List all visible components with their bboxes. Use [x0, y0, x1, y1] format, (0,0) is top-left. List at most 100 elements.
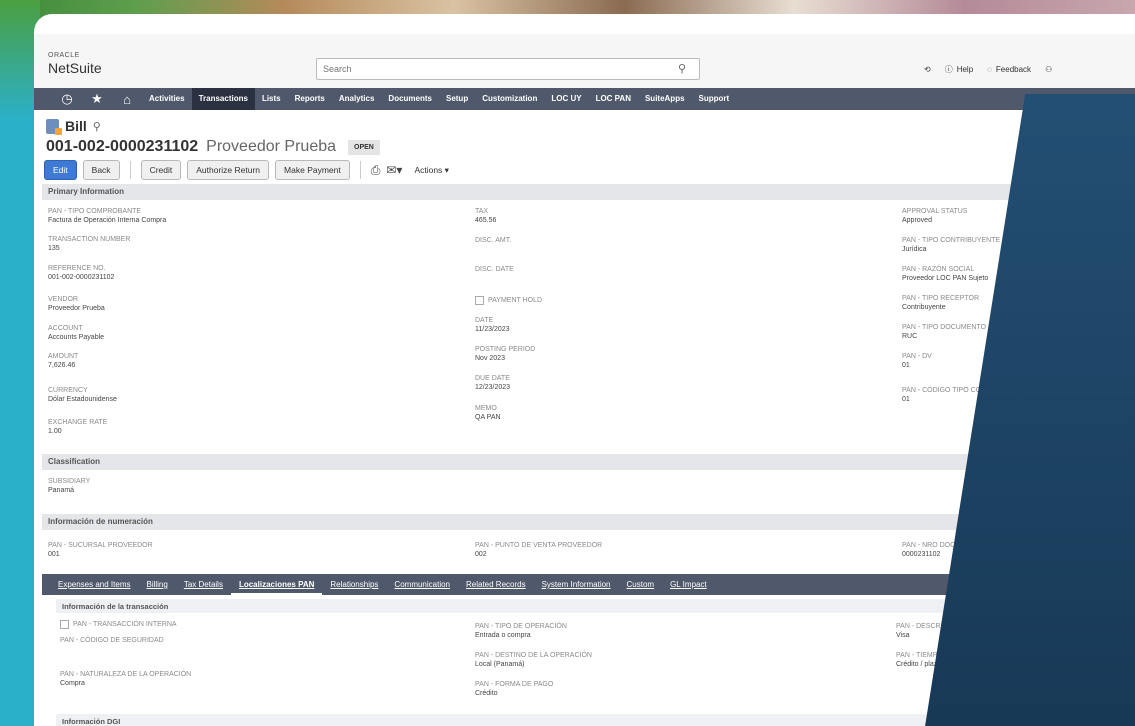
- field-disc-date: DISC. DATE: [475, 266, 514, 273]
- field-descripcion-forma-pago: PAN - DESCRIPCIÓN DE FORMA DE PAGO Visa: [896, 623, 1037, 640]
- tab-related-records[interactable]: Related Records: [458, 574, 534, 595]
- tab-tax-details[interactable]: Tax Details: [176, 574, 231, 595]
- credit-button[interactable]: Credit: [140, 160, 182, 180]
- field-punto-venta: PAN - PUNTO DE VENTA PROVEEDOR 002: [475, 542, 603, 559]
- checkbox-box[interactable]: [60, 620, 69, 629]
- bill-icon: [46, 118, 62, 135]
- print-icon[interactable]: ⎙: [371, 163, 381, 178]
- nav-transactions[interactable]: Transactions: [191, 88, 255, 110]
- logo-netsuite: NetSuite: [48, 60, 102, 76]
- nav-setup[interactable]: Setup: [439, 88, 475, 110]
- field-forma-pago: PAN - FORMA DE PAGO Crédito: [475, 681, 554, 698]
- tab-expenses-and-items[interactable]: Expenses and Items: [50, 574, 138, 595]
- app-window: ORACLE NetSuite ⚲ ⟲ ⓘHelp ◌Feedback ⚇ ◷ …: [34, 14, 1135, 726]
- nav-documents[interactable]: Documents: [381, 88, 439, 110]
- search-icon[interactable]: ⚲: [678, 62, 686, 75]
- toolbar-divider: [129, 161, 131, 179]
- netsuite-logo[interactable]: ORACLE NetSuite: [48, 52, 102, 75]
- field-approval-status: APPROVAL STATUS Approved: [902, 208, 968, 225]
- toolbar-divider: [359, 161, 361, 179]
- field-tax: TAX 465.56: [475, 208, 497, 225]
- field-vendor: VENDOR Proveedor Prueba: [48, 296, 105, 313]
- top-header: ORACLE NetSuite ⚲ ⟲ ⓘHelp ◌Feedback ⚇: [34, 34, 1135, 88]
- tab-custom[interactable]: Custom: [619, 574, 663, 595]
- field-tipo-operacion: PAN - TIPO DE OPERACIÓN Entrada o compra: [475, 623, 567, 640]
- recent-icon[interactable]: ◷: [52, 91, 82, 107]
- field-tipo-receptor: PAN - TIPO RECEPTOR Contribuyente: [902, 295, 980, 312]
- back-button[interactable]: Back: [82, 160, 120, 180]
- payment-hold-label: PAYMENT HOLD: [488, 297, 543, 304]
- edit-button[interactable]: Edit: [44, 160, 77, 180]
- field-currency: CURRENCY Dólar Estadounidense: [48, 387, 117, 404]
- user-role-icon[interactable]: ⚇: [1045, 65, 1052, 74]
- transaccion-interna-label: PAN - TRANSACCIÓN INTERNA: [73, 621, 177, 628]
- record-type-row: Bill ⚲: [46, 118, 101, 135]
- field-tipo-contribuyente: PAN - TIPO CONTRIBUYENTE Jurídica: [902, 237, 1001, 254]
- field-nro-documento: PAN - NRO DOCUMENTO SECUENCIAL 0000231102: [902, 542, 1033, 559]
- field-date: DATE 11/23/2023: [475, 317, 510, 334]
- nav-customization[interactable]: Customization: [475, 88, 544, 110]
- field-exchange-rate: EXCHANGE RATE 1.00: [48, 419, 108, 436]
- status-badge: OPEN: [348, 139, 380, 155]
- nav-loc-pan[interactable]: LOC PAN: [589, 88, 638, 110]
- tab-system-information[interactable]: System Information: [534, 574, 619, 595]
- tab-relationships[interactable]: Relationships: [322, 574, 386, 595]
- primary-info-header[interactable]: Primary Information: [42, 184, 1135, 200]
- feedback-icon: ◌: [987, 65, 992, 74]
- field-naturaleza-operacion: PAN - NATURALEZA DE LA OPERACIÓN Compra: [60, 671, 192, 688]
- field-tipo-comprobante: PAN - TIPO COMPROBANTE Factura de Operaci…: [48, 208, 167, 225]
- dgi-header[interactable]: Información DGI: [56, 714, 1135, 726]
- field-destino-operacion: PAN - DESTINO DE LA OPERACIÓN Local (Pana…: [475, 652, 592, 669]
- numeracion-header[interactable]: Información de numeración: [42, 514, 1135, 530]
- field-codigo-seguridad: PAN - CÓDIGO DE SEGURIDAD: [60, 637, 164, 644]
- transaccion-header[interactable]: Información de la transacción: [56, 599, 1135, 613]
- nav-activities[interactable]: Activities: [142, 88, 192, 110]
- recent-records-icon[interactable]: ⟲: [924, 65, 931, 74]
- field-reference-no: REFERENCE NO. 001-002-0000231102: [48, 265, 115, 282]
- home-icon[interactable]: ⌂: [112, 92, 142, 107]
- nav-analytics[interactable]: Analytics: [332, 88, 382, 110]
- tab-communication[interactable]: Communication: [386, 574, 458, 595]
- nav-support[interactable]: Support: [692, 88, 737, 110]
- checkbox-box[interactable]: [475, 296, 484, 305]
- make-payment-button[interactable]: Make Payment: [275, 160, 350, 180]
- star-icon[interactable]: ★: [82, 91, 112, 107]
- field-tiempo-pago: PAN - TIEMPO DE PAGO Crédito / plazo: [896, 652, 977, 669]
- help-label: Help: [956, 65, 974, 74]
- actions-menu[interactable]: Actions ▾: [414, 165, 449, 176]
- field-account: ACCOUNT Accounts Payable: [48, 325, 105, 342]
- main-nav: ◷ ★ ⌂ Activities Transactions Lists Repo…: [34, 88, 1135, 110]
- record-type: Bill: [65, 118, 87, 134]
- nav-loc-uy[interactable]: LOC UY: [544, 88, 588, 110]
- nav-suiteapps[interactable]: SuiteApps: [638, 88, 692, 110]
- authorize-return-button[interactable]: Authorize Return: [187, 160, 270, 180]
- field-transaction-number: TRANSACTION NUMBER 135: [48, 236, 131, 253]
- field-sucursal-proveedor: PAN - SUCURSAL PROVEEDOR 001: [48, 542, 153, 559]
- help-icon: ⓘ: [944, 65, 953, 74]
- feedback-link[interactable]: ◌ Feedback: [987, 65, 1031, 74]
- tab-billing[interactable]: Billing: [138, 574, 175, 595]
- transaccion-interna-checkbox[interactable]: PAN - TRANSACCIÓN INTERNA: [60, 620, 177, 629]
- tab-localizaciones-pan[interactable]: Localizaciones PAN: [230, 574, 323, 595]
- email-icon[interactable]: ✉▾: [386, 163, 402, 177]
- nav-reports[interactable]: Reports: [288, 88, 332, 110]
- field-codigo-tipo-comprobante: PAN - CÓDIGO TIPO COMPROBANTE 01: [902, 387, 1026, 404]
- record-vendor-name: Proveedor Prueba: [206, 138, 337, 155]
- magnifier-icon[interactable]: ⚲: [93, 120, 101, 133]
- field-amount: AMOUNT 7,626.46: [48, 353, 79, 370]
- logo-oracle: ORACLE: [48, 52, 80, 59]
- header-actions: ⟲ ⓘ Help ◌ Feedback ⚇: [924, 64, 1052, 75]
- nav-lists[interactable]: Lists: [255, 88, 288, 110]
- field-razon-social: PAN - RAZÓN SOCIAL Proveedor LOC PAN Suje…: [902, 266, 989, 283]
- classification-header[interactable]: Classification: [42, 454, 1135, 470]
- field-posting-period: POSTING PERIOD Nov 2023: [475, 346, 536, 363]
- field-disc-amt: DISC. AMT.: [475, 237, 512, 244]
- field-subsidiary: SUBSIDIARY Panamá: [48, 478, 91, 495]
- global-search-input[interactable]: [316, 58, 700, 80]
- subtabs-bar: Expenses and Items Billing Tax Details L…: [42, 574, 1135, 595]
- tab-gl-impact[interactable]: GL Impact: [662, 574, 715, 595]
- help-link[interactable]: ⓘ Help: [945, 64, 973, 75]
- record-number: 001-002-0000231102: [46, 138, 199, 155]
- payment-hold-checkbox[interactable]: PAYMENT HOLD: [475, 296, 542, 305]
- field-dv: PAN - DV 01: [902, 353, 932, 370]
